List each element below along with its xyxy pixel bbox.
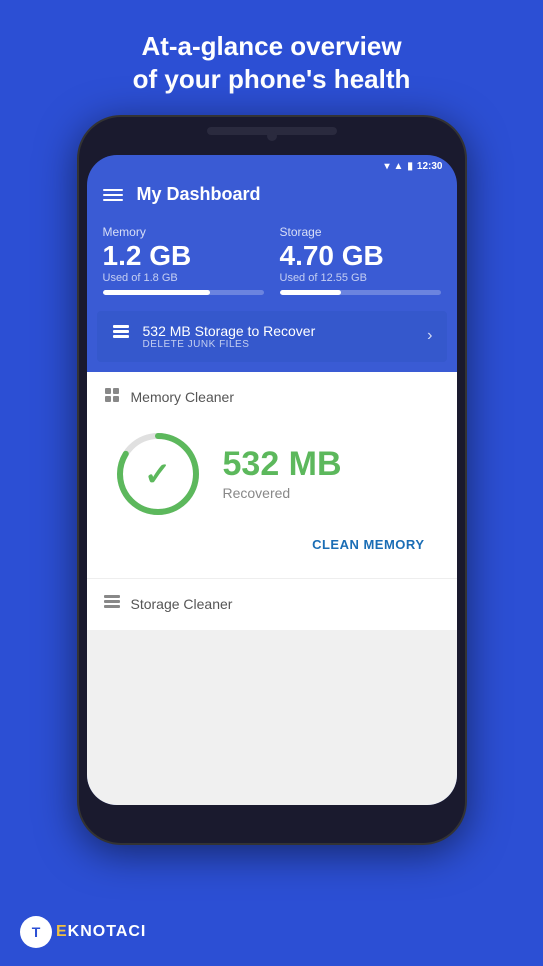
storage-stat-card: Storage 4.70 GB Used of 12.55 GB	[280, 225, 441, 295]
junk-banner[interactable]: 532 MB Storage to Recover DELETE JUNK FI…	[97, 311, 447, 362]
junk-title: 532 MB Storage to Recover	[143, 323, 416, 339]
junk-text: 532 MB Storage to Recover DELETE JUNK FI…	[143, 323, 416, 350]
memory-label: Memory	[103, 225, 264, 239]
clock: 12:30	[417, 161, 443, 172]
junk-chevron-icon: ›	[427, 327, 432, 345]
phone-frame: ▾ ▲ ▮ 12:30 My Dashboard Memory 1.2 GB U…	[77, 115, 467, 845]
headline-line1: At-a-glance overview	[141, 31, 401, 61]
hamburger-line-1	[103, 189, 123, 191]
status-bar: ▾ ▲ ▮ 12:30	[87, 155, 457, 176]
memory-cleaner-icon	[103, 386, 121, 409]
memory-recovered-info: 532 MB Recovered	[223, 447, 342, 501]
memory-cleaner-title: Memory Cleaner	[131, 389, 234, 405]
memory-progress-fill	[103, 290, 211, 295]
cards-area: Memory Cleaner ✓ 532 MB Recovered	[87, 372, 457, 805]
memory-cleaner-card: Memory Cleaner ✓ 532 MB Recovered	[87, 372, 457, 579]
storage-cleaner-icon	[103, 593, 121, 616]
storage-sub: Used of 12.55 GB	[280, 272, 441, 284]
signal-icon: ▲	[394, 161, 404, 172]
memory-stat-card: Memory 1.2 GB Used of 1.8 GB	[103, 225, 264, 295]
app-bar-title: My Dashboard	[137, 184, 261, 205]
clean-memory-button[interactable]: CLEAN MEMORY	[103, 529, 441, 564]
brand-logo: T	[20, 916, 52, 948]
memory-progress-bg	[103, 290, 264, 295]
footer-branding: T EKNOTACI	[20, 916, 146, 948]
storage-cleaner-title: Storage Cleaner	[131, 596, 233, 612]
app-bar: My Dashboard	[87, 176, 457, 217]
stats-row: Memory 1.2 GB Used of 1.8 GB Storage 4.7…	[87, 217, 457, 307]
battery-icon: ▮	[407, 161, 413, 172]
headline: At-a-glance overview of your phone's hea…	[0, 0, 543, 115]
junk-icon	[111, 323, 131, 349]
memory-cleaner-header: Memory Cleaner	[103, 386, 441, 409]
junk-subtitle: DELETE JUNK FILES	[143, 339, 416, 350]
recovered-value: 532 MB	[223, 447, 342, 481]
wifi-icon: ▾	[384, 161, 389, 172]
memory-sub: Used of 1.8 GB	[103, 272, 264, 284]
memory-content: ✓ 532 MB Recovered	[103, 423, 441, 529]
brand-name: EKNOTACI	[56, 923, 146, 941]
storage-label: Storage	[280, 225, 441, 239]
storage-cleaner-card[interactable]: Storage Cleaner	[87, 579, 457, 630]
headline-line2: of your phone's health	[133, 64, 411, 94]
hamburger-line-3	[103, 199, 123, 201]
memory-gauge: ✓	[113, 429, 203, 519]
storage-value: 4.70 GB	[280, 241, 441, 272]
phone-camera	[267, 131, 277, 141]
storage-progress-fill	[280, 290, 341, 295]
menu-button[interactable]	[103, 189, 123, 201]
checkmark-icon: ✓	[144, 455, 171, 493]
brand-e: E	[56, 923, 68, 940]
memory-value: 1.2 GB	[103, 241, 264, 272]
phone-screen: ▾ ▲ ▮ 12:30 My Dashboard Memory 1.2 GB U…	[87, 155, 457, 805]
hamburger-line-2	[103, 194, 123, 196]
storage-progress-bg	[280, 290, 441, 295]
recovered-label: Recovered	[223, 485, 342, 501]
